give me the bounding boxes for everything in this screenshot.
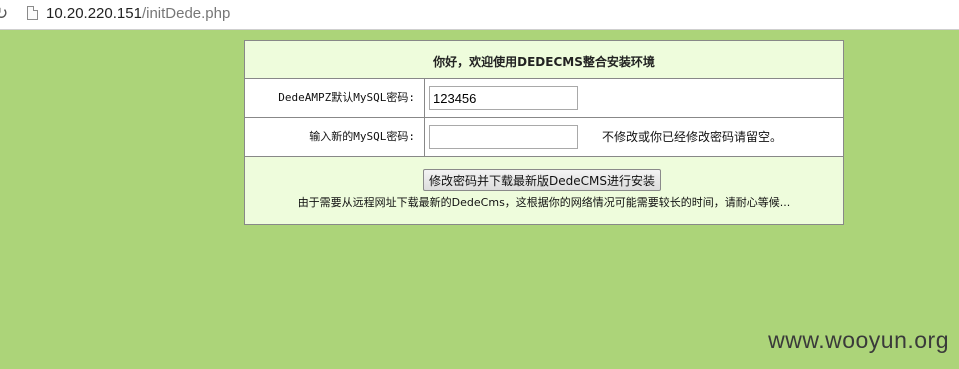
download-notice: 由于需要从远程网址下载最新的DedeCms，这根据你的网络情况可能需要较长的时间… (297, 196, 791, 209)
watermark: www.wooyun.org (768, 327, 949, 353)
current-password-row: DedeAMPZ默认MySQL密码: (245, 79, 843, 118)
new-password-label: 输入新的MySQL密码: (245, 118, 425, 156)
new-password-hint: 不修改或你已经修改密码请留空。 (602, 130, 783, 144)
current-password-input[interactable] (429, 86, 578, 110)
panel-header: 你好，欢迎使用DEDECMS整合安装环境 (245, 41, 843, 79)
url-host: 10.20.220.151 (46, 5, 142, 22)
page-icon (27, 6, 38, 20)
new-password-row: 输入新的MySQL密码: 不修改或你已经修改密码请留空。 (245, 118, 843, 157)
url-path: /initDede.php (141, 5, 231, 22)
action-row: 修改密码并下载最新版DedeCMS进行安装 由于需要从远程网址下载最新的Dede… (245, 157, 843, 224)
address-bar[interactable]: ↻ 10.20.220.151/initDede.php (0, 0, 959, 30)
url-text[interactable]: 10.20.220.151/initDede.php (46, 5, 230, 23)
new-password-input[interactable] (429, 125, 578, 149)
install-panel: 你好，欢迎使用DEDECMS整合安装环境 DedeAMPZ默认MySQL密码: … (244, 40, 844, 225)
submit-button[interactable]: 修改密码并下载最新版DedeCMS进行安装 (423, 169, 661, 191)
panel-title: 你好，欢迎使用DEDECMS整合安装环境 (433, 55, 655, 69)
current-password-label: DedeAMPZ默认MySQL密码: (245, 79, 425, 117)
reload-icon[interactable]: ↻ (0, 5, 10, 23)
